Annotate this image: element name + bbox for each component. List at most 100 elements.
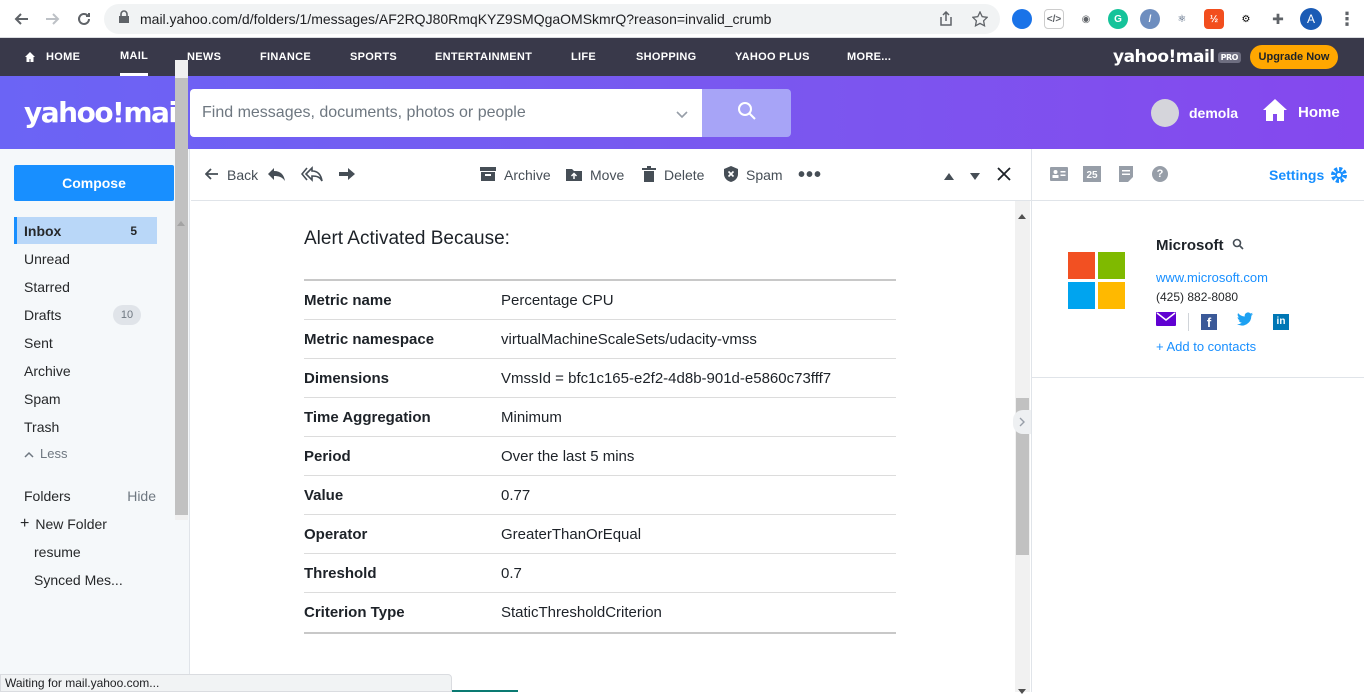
sidebar-scrollbar-thumb[interactable]: [175, 78, 188, 515]
yahoo-mail-logo[interactable]: yahoo!mail: [24, 96, 186, 129]
settings-link[interactable]: Settings: [1269, 167, 1324, 183]
contact-website-link[interactable]: www.microsoft.com: [1156, 270, 1268, 285]
share-icon[interactable]: [938, 10, 954, 32]
folder-spam[interactable]: Spam: [14, 385, 157, 412]
extension-feather-icon[interactable]: /: [1140, 9, 1160, 29]
topnav-life[interactable]: LIFE: [571, 38, 596, 76]
spam-button[interactable]: Spam: [724, 149, 783, 201]
folder-synced-messages[interactable]: Synced Mes...: [14, 566, 157, 593]
folder-drafts[interactable]: Drafts 10: [14, 301, 157, 328]
extension-code-icon[interactable]: </>: [1044, 9, 1064, 29]
hide-folders-link[interactable]: Hide: [127, 488, 156, 504]
search-input[interactable]: [202, 104, 662, 122]
extension-blue-icon[interactable]: [1012, 9, 1032, 29]
topnav-news[interactable]: NEWS: [187, 38, 221, 76]
alert-heading: Alert Activated Because:: [304, 228, 510, 249]
contact-card: Microsoft www.microsoft.com (425) 882-80…: [1032, 201, 1364, 378]
help-icon[interactable]: ?: [1152, 166, 1168, 182]
spam-label: Spam: [746, 167, 783, 183]
topnav-more[interactable]: MORE...: [847, 38, 891, 76]
new-folder-button[interactable]: + New Folder: [14, 510, 157, 537]
address-bar[interactable]: mail.yahoo.com/d/folders/1/messages/AF2R…: [104, 4, 1000, 34]
more-options-icon[interactable]: •••: [798, 149, 822, 201]
folder-inbox[interactable]: Inbox 5: [14, 217, 157, 244]
back-button[interactable]: Back: [204, 149, 258, 201]
user-profile[interactable]: demola: [1151, 99, 1238, 127]
extensions-puzzle-icon[interactable]: ✚: [1268, 9, 1288, 29]
upgrade-now-button[interactable]: Upgrade Now: [1250, 45, 1338, 69]
avatar: [1151, 99, 1179, 127]
collapse-panel-chevron-icon[interactable]: [1013, 410, 1031, 434]
move-button[interactable]: Move: [566, 149, 624, 201]
contacts-icon[interactable]: [1050, 167, 1068, 186]
grammarly-icon[interactable]: G: [1108, 9, 1128, 29]
topnav-shopping[interactable]: SHOPPING: [636, 38, 696, 76]
topnav-sports[interactable]: SPORTS: [350, 38, 397, 76]
folder-archive[interactable]: Archive: [14, 357, 157, 384]
topnav-finance[interactable]: FINANCE: [260, 38, 311, 76]
delete-button[interactable]: Delete: [642, 149, 704, 201]
reply-all-button[interactable]: [300, 149, 323, 201]
topnav-home[interactable]: HOME: [46, 38, 80, 76]
less-toggle[interactable]: Less: [14, 440, 157, 467]
previous-message-button[interactable]: [944, 149, 954, 201]
back-arrow-icon[interactable]: [10, 7, 34, 31]
scroll-up-arrow-icon[interactable]: [177, 213, 185, 231]
compose-button[interactable]: Compose: [14, 165, 174, 201]
react-devtools-icon[interactable]: ⚛: [1172, 9, 1192, 29]
forward-button[interactable]: [338, 149, 356, 201]
chevron-down-icon[interactable]: [676, 106, 688, 124]
archive-label: Archive: [504, 167, 551, 183]
home-label: Home: [1298, 103, 1340, 121]
shield-icon: [724, 165, 738, 185]
scroll-down-arrow-icon[interactable]: [1018, 682, 1026, 700]
table-row: Criterion Type StaticThresholdCriterion: [304, 593, 896, 632]
notepad-icon[interactable]: [1119, 166, 1133, 187]
folder-trash[interactable]: Trash: [14, 413, 157, 440]
username: demola: [1189, 105, 1239, 121]
folder-resume[interactable]: resume: [14, 538, 157, 565]
calendar-icon[interactable]: 25: [1083, 166, 1101, 182]
reply-button[interactable]: [266, 149, 286, 201]
home-button[interactable]: Home: [1262, 98, 1340, 126]
scroll-up-arrow-icon[interactable]: [1018, 206, 1026, 224]
browser-status-bar: Waiting for mail.yahoo.com...: [0, 674, 452, 692]
extension-orange-icon[interactable]: ½: [1204, 9, 1224, 29]
search-icon[interactable]: [1232, 237, 1244, 254]
facebook-icon[interactable]: f: [1201, 313, 1217, 330]
search-icon: [737, 101, 757, 126]
folder-sent[interactable]: Sent: [14, 329, 157, 356]
metric-key: Metric name: [304, 291, 392, 309]
yahoo-mail-pro-logo: yahoo!mail PRO: [1113, 47, 1241, 67]
forward-icon: [338, 167, 356, 184]
search-button[interactable]: [702, 89, 791, 137]
camera-icon[interactable]: ◉: [1076, 9, 1096, 29]
home-icon: [1262, 98, 1288, 126]
twitter-icon[interactable]: [1237, 312, 1253, 331]
bookmark-star-icon[interactable]: [971, 10, 989, 32]
browser-menu-icon[interactable]: ⋮: [1338, 9, 1356, 30]
gear-icon[interactable]: [1329, 165, 1349, 190]
add-to-contacts-link[interactable]: + Add to contacts: [1156, 339, 1256, 354]
archive-button[interactable]: Archive: [480, 149, 551, 201]
close-message-button[interactable]: [997, 149, 1011, 201]
extension-dark-icon[interactable]: ⚙: [1236, 9, 1256, 29]
forward-arrow-icon[interactable]: [40, 7, 64, 31]
folder-unread[interactable]: Unread: [14, 245, 157, 272]
yahoo-top-nav: HOME MAIL NEWS FINANCE SPORTS ENTERTAINM…: [0, 38, 1364, 76]
topnav-entertainment[interactable]: ENTERTAINMENT: [435, 38, 532, 76]
profile-avatar[interactable]: A: [1300, 8, 1322, 30]
contact-name: Microsoft: [1156, 237, 1224, 254]
linkedin-icon[interactable]: in: [1273, 313, 1289, 330]
reload-icon[interactable]: [72, 7, 96, 31]
topnav-yahoo-plus[interactable]: YAHOO PLUS: [735, 38, 810, 76]
metric-key: Metric namespace: [304, 330, 435, 348]
folders-header: Folders Hide: [14, 482, 164, 509]
topnav-mail[interactable]: MAIL: [120, 38, 149, 76]
search-box[interactable]: [190, 89, 702, 137]
metric-key: Dimensions: [304, 369, 390, 387]
next-message-button[interactable]: [970, 149, 980, 201]
folder-starred[interactable]: Starred: [14, 273, 157, 300]
mail-icon[interactable]: [1156, 312, 1176, 331]
new-folder-label: New Folder: [35, 515, 107, 532]
